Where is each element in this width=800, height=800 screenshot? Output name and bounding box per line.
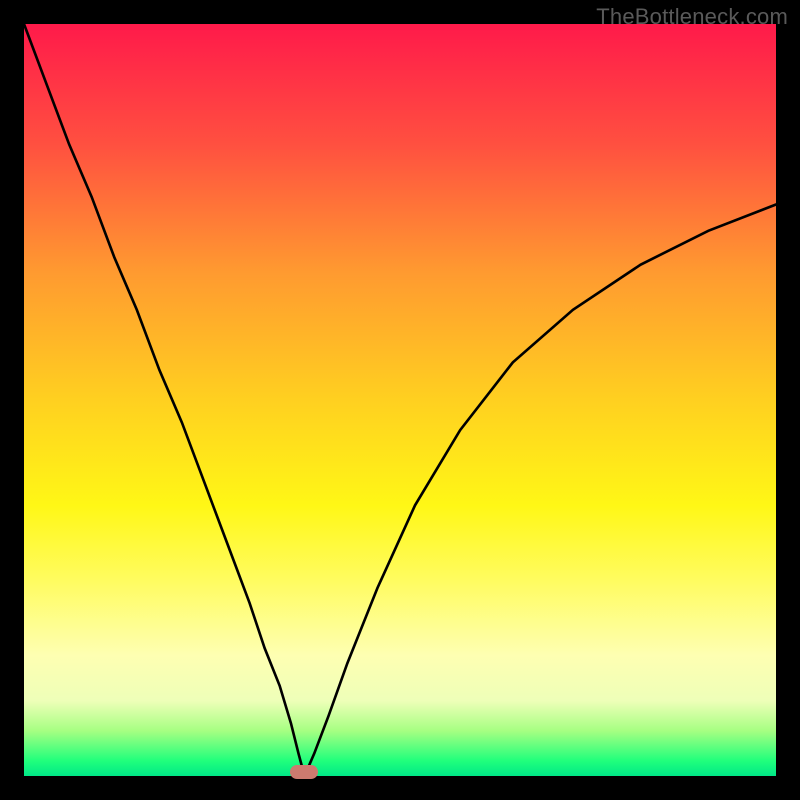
curve-svg <box>24 24 776 776</box>
plot-area <box>24 24 776 776</box>
curve-right-branch <box>304 204 776 776</box>
curve-left-branch <box>24 24 304 776</box>
min-marker <box>290 765 318 779</box>
watermark-text: TheBottleneck.com <box>596 4 788 30</box>
